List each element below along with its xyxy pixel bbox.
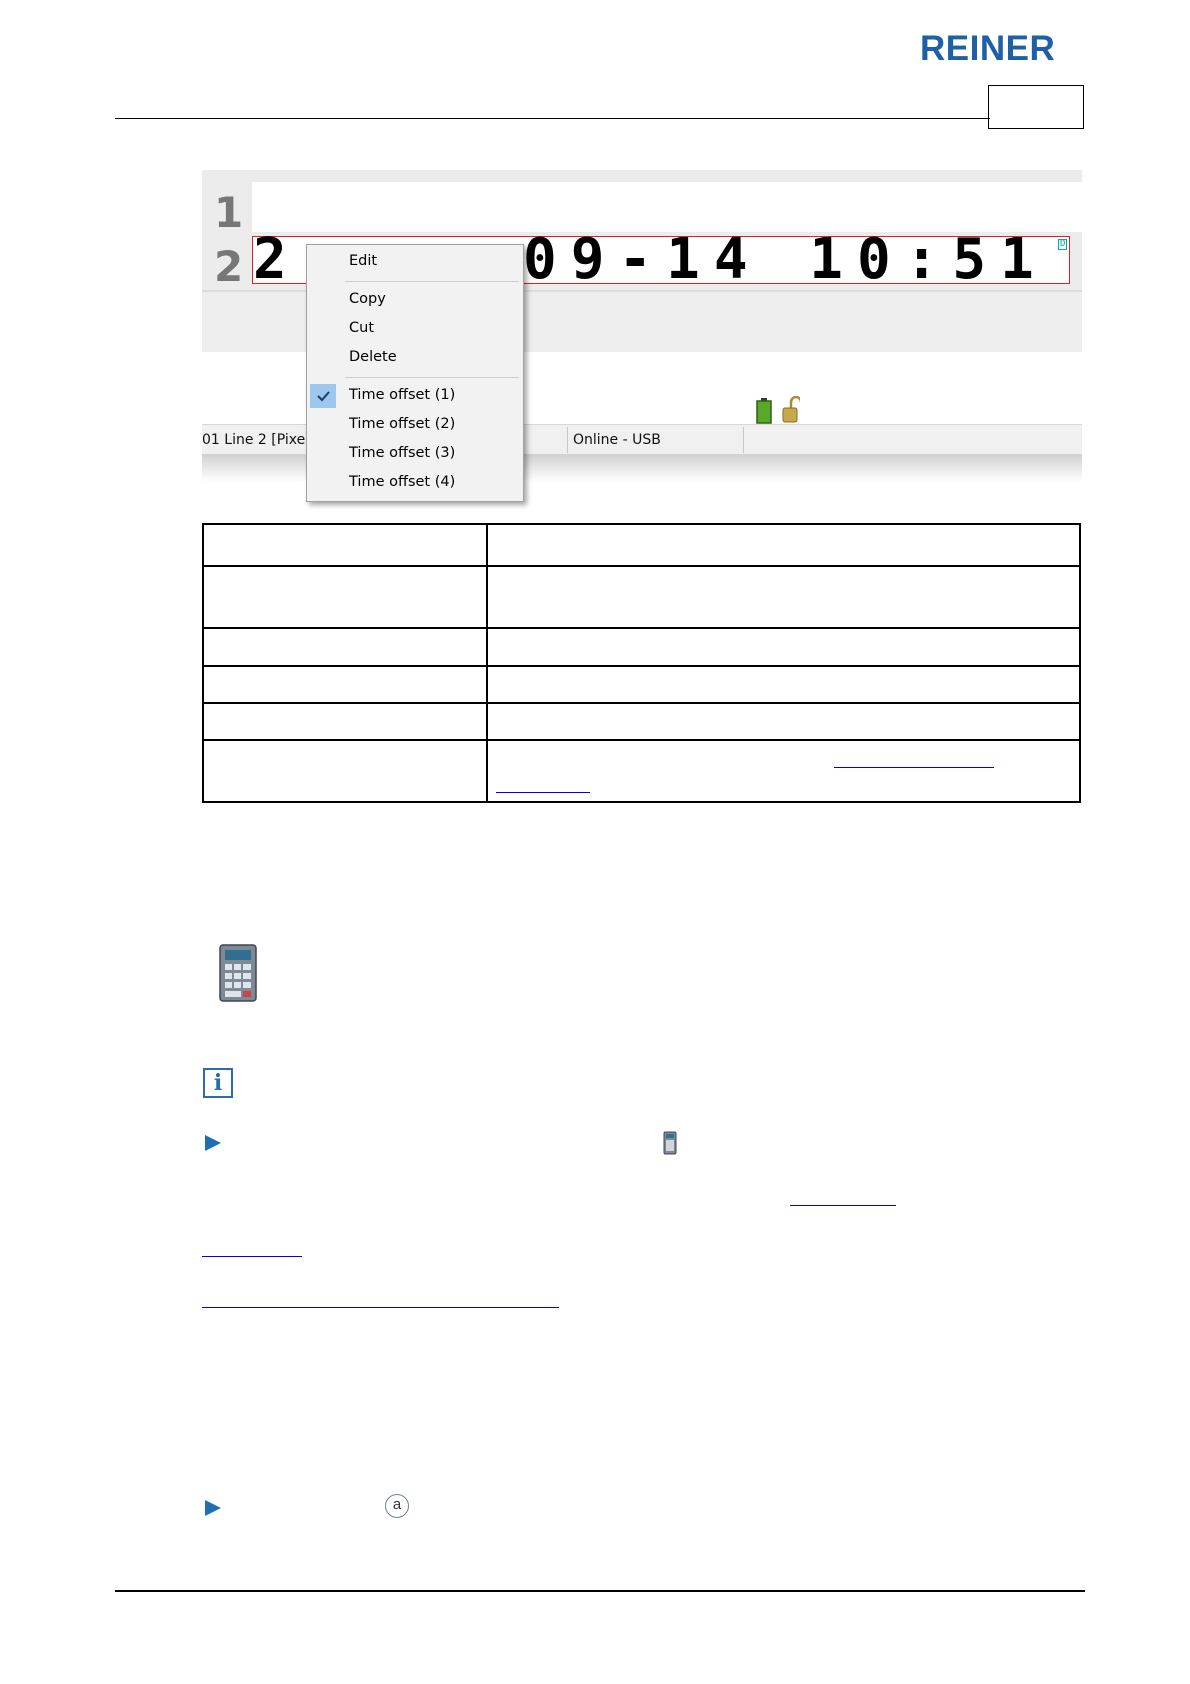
table-link[interactable] [834,767,994,768]
line-1-field[interactable] [252,182,1082,232]
table-cell [202,739,488,803]
reiner-logo: REINER [920,30,1055,64]
table-cell [486,702,1081,741]
menu-item-time-offset-4[interactable]: Time offset (4) [307,469,523,497]
table-row [202,627,1081,667]
line-2-text-right: 09-14 10:51 [523,227,1048,292]
menu-item-delete[interactable]: Delete [307,344,523,372]
header-rule [115,118,990,119]
status-connection: Online - USB [573,432,661,448]
battery-icon [756,398,772,424]
menu-item-time-offset-3[interactable]: Time offset (3) [307,440,523,468]
menu-item-label: Time offset (3) [349,445,456,461]
table-row [202,739,1081,803]
padlock-open-icon [782,396,800,423]
menu-separator [345,377,519,378]
table-row [202,523,1081,567]
menu-item-edit[interactable]: Edit [307,248,523,276]
menu-item-label: Delete [349,349,397,365]
page-number-box [988,85,1084,129]
line-number-2: 2 [214,242,244,291]
table-cell [486,739,1081,803]
footer-rule [115,1590,1085,1592]
line-number-1: 1 [214,188,244,237]
svg-text:REINER: REINER [920,30,1055,64]
menu-item-label: Time offset (1) [349,387,456,403]
calculator-small-icon [663,1131,677,1155]
menu-item-label: Time offset (4) [349,474,456,490]
text-link[interactable] [202,1307,559,1308]
text-link[interactable] [202,1256,302,1257]
table-row [202,702,1081,741]
table-row [202,565,1081,629]
table-cell [486,627,1081,667]
arrow-bullet-icon [205,1135,221,1151]
calculator-icon [219,944,257,1002]
menu-separator [345,281,519,282]
circle-a-icon: a [385,1494,409,1518]
menu-item-label: Edit [349,253,378,269]
line-2-text-left: 2 [253,227,301,292]
menu-item-time-offset-1[interactable]: Time offset (1) [307,382,523,410]
arrow-bullet-icon [205,1500,221,1516]
menu-item-label: Copy [349,291,386,307]
table-cell [486,523,1081,567]
table-cell [486,565,1081,629]
table-cell [202,565,488,629]
status-separator [743,427,744,453]
table-cell [202,523,488,567]
table-row [202,665,1081,704]
menu-item-copy[interactable]: Copy [307,286,523,314]
description-table [202,523,1081,803]
info-icon: i [203,1068,233,1098]
app-screenshot: 1 2 2 09-14 10:51 D 01 Line 2 [Pixel] On… [202,170,1082,502]
menu-item-label: Cut [349,320,374,336]
text-link[interactable] [790,1205,896,1206]
status-position: 01 Line 2 [Pixel] [202,432,315,448]
status-separator [567,427,568,453]
table-cell [202,702,488,741]
table-cell [486,665,1081,704]
menu-item-time-offset-2[interactable]: Time offset (2) [307,411,523,439]
line-2-marker: D [1058,239,1068,250]
menu-item-label: Time offset (2) [349,416,456,432]
table-cell [202,627,488,667]
table-cell [202,665,488,704]
menu-item-cut[interactable]: Cut [307,315,523,343]
check-mark-icon [310,384,336,408]
table-link[interactable] [496,792,590,793]
context-menu: Edit Copy Cut Delete Time offset (1) Tim… [306,244,524,502]
